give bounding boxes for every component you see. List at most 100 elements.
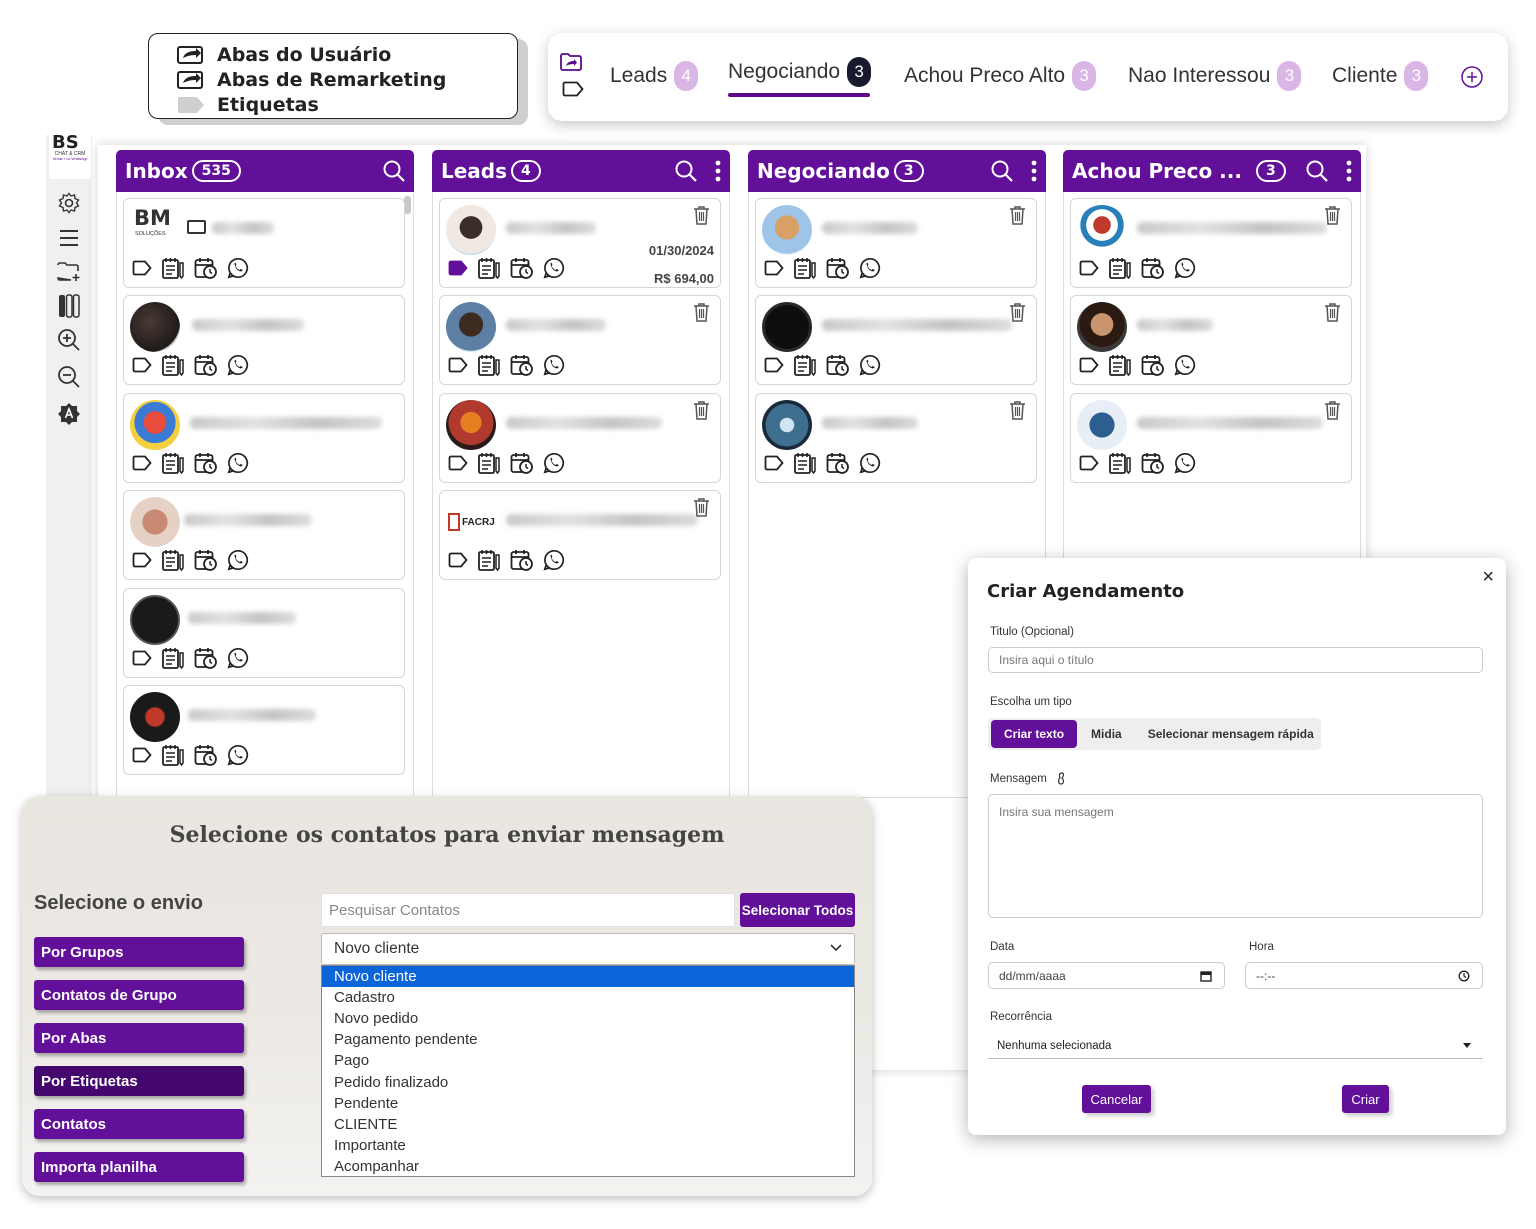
columns-icon[interactable] xyxy=(52,291,86,321)
scrollbar-thumb[interactable] xyxy=(404,196,411,214)
tab-leads[interactable]: Leads 4 xyxy=(610,61,699,91)
whatsapp-icon[interactable] xyxy=(543,452,565,474)
media-option[interactable]: Midia xyxy=(1091,727,1122,741)
select-option[interactable]: Novo cliente xyxy=(322,966,854,988)
notes-icon[interactable] xyxy=(161,354,185,376)
schedule-icon[interactable] xyxy=(510,549,534,571)
schedule-icon[interactable] xyxy=(1141,452,1165,474)
contact-card[interactable] xyxy=(755,295,1037,385)
notes-icon[interactable] xyxy=(161,647,185,669)
whatsapp-icon[interactable] xyxy=(227,452,249,474)
folder-share-icon[interactable] xyxy=(560,53,582,71)
contact-card[interactable] xyxy=(439,393,721,483)
schedule-icon[interactable] xyxy=(826,354,850,376)
trash-icon[interactable] xyxy=(1324,400,1341,420)
recurrence-select[interactable]: Nenhuma selecionada xyxy=(988,1033,1483,1059)
create-text-option[interactable]: Criar texto xyxy=(991,720,1078,748)
select-option[interactable]: Pedido finalizado xyxy=(322,1071,854,1092)
contact-card[interactable] xyxy=(1070,198,1352,288)
tag-icon[interactable] xyxy=(132,552,152,568)
kebab-menu-icon[interactable] xyxy=(715,160,721,182)
schedule-icon[interactable] xyxy=(826,452,850,474)
trash-icon[interactable] xyxy=(1009,302,1026,322)
notes-icon[interactable] xyxy=(161,257,185,279)
tag-icon[interactable] xyxy=(764,455,784,471)
by-groups-button[interactable]: Por Grupos xyxy=(34,937,244,967)
notes-icon[interactable] xyxy=(477,354,501,376)
schedule-icon[interactable] xyxy=(194,744,218,766)
contact-card[interactable] xyxy=(1070,393,1352,483)
schedule-icon[interactable] xyxy=(826,257,850,279)
close-icon[interactable]: × xyxy=(1482,566,1494,589)
contact-card[interactable] xyxy=(755,198,1037,288)
tag-icon[interactable] xyxy=(1079,260,1099,276)
whatsapp-icon[interactable] xyxy=(227,647,249,669)
trash-icon[interactable] xyxy=(693,205,710,225)
tag-icon[interactable] xyxy=(132,455,152,471)
whatsapp-icon[interactable] xyxy=(227,354,249,376)
kebab-menu-icon[interactable] xyxy=(1346,160,1352,182)
tag-outline-icon[interactable] xyxy=(562,81,584,97)
gear-icon[interactable] xyxy=(52,188,86,218)
select-option[interactable]: Acompanhar xyxy=(322,1156,854,1177)
tag-icon[interactable] xyxy=(132,357,152,373)
tag-icon[interactable] xyxy=(448,455,468,471)
select-option[interactable]: Importante xyxy=(322,1135,854,1156)
by-labels-button[interactable]: Por Etiquetas xyxy=(34,1066,244,1096)
trash-icon[interactable] xyxy=(693,302,710,322)
schedule-icon[interactable] xyxy=(194,354,218,376)
add-folder-icon[interactable] xyxy=(52,257,86,287)
by-tabs-button[interactable]: Por Abas xyxy=(34,1023,244,1053)
contact-card[interactable] xyxy=(755,393,1037,483)
schedule-icon[interactable] xyxy=(194,257,218,279)
tab-achou-preco-alto[interactable]: Achou Preco Alto 3 xyxy=(904,61,1097,91)
checkbox[interactable] xyxy=(187,220,206,234)
whatsapp-icon[interactable] xyxy=(859,257,881,279)
tab-nao-interessou[interactable]: Nao Interessou 3 xyxy=(1128,61,1302,91)
tag-icon[interactable] xyxy=(1079,455,1099,471)
search-contacts-input[interactable]: Pesquisar Contatos xyxy=(321,893,735,927)
trash-icon[interactable] xyxy=(1009,205,1026,225)
zoom-in-icon[interactable] xyxy=(52,325,86,355)
notes-icon[interactable] xyxy=(793,354,817,376)
message-textarea[interactable]: Insira sua mensagem xyxy=(988,794,1483,918)
contacts-button[interactable]: Contatos xyxy=(34,1109,244,1139)
cancel-button[interactable]: Cancelar xyxy=(1082,1085,1151,1113)
time-input[interactable]: --:-- xyxy=(1245,962,1483,989)
notes-icon[interactable] xyxy=(1108,257,1132,279)
trash-icon[interactable] xyxy=(1324,205,1341,225)
select-option[interactable]: Pagamento pendente xyxy=(322,1029,854,1050)
label-select[interactable]: Novo cliente xyxy=(321,933,855,965)
whatsapp-icon[interactable] xyxy=(227,744,249,766)
schedule-icon[interactable] xyxy=(510,257,534,279)
tag-icon[interactable] xyxy=(764,260,784,276)
trash-icon[interactable] xyxy=(693,400,710,420)
select-all-button[interactable]: Selecionar Todos xyxy=(740,893,855,927)
whatsapp-icon[interactable] xyxy=(543,354,565,376)
notes-icon[interactable] xyxy=(161,452,185,474)
tab-negociando[interactable]: Negociando 3 xyxy=(728,57,872,87)
contact-card[interactable]: FACRJ xyxy=(439,490,721,580)
whatsapp-icon[interactable] xyxy=(543,549,565,571)
notes-icon[interactable] xyxy=(477,452,501,474)
notes-icon[interactable] xyxy=(161,549,185,571)
tag-icon[interactable] xyxy=(1079,357,1099,373)
contact-card[interactable] xyxy=(123,685,405,775)
trash-icon[interactable] xyxy=(693,497,710,517)
search-icon[interactable] xyxy=(1305,159,1329,183)
menu-icon[interactable] xyxy=(52,223,86,253)
whatsapp-icon[interactable] xyxy=(227,257,249,279)
contact-card[interactable] xyxy=(439,295,721,385)
trash-icon[interactable] xyxy=(1324,302,1341,322)
tag-icon[interactable] xyxy=(132,650,152,666)
date-input[interactable]: dd/mm/aaaa xyxy=(988,962,1225,989)
tag-icon[interactable] xyxy=(132,747,152,763)
notes-icon[interactable] xyxy=(1108,452,1132,474)
automation-icon[interactable] xyxy=(52,399,86,429)
select-option[interactable]: CLIENTE xyxy=(322,1114,854,1135)
tag-icon[interactable] xyxy=(448,260,468,276)
zoom-out-icon[interactable] xyxy=(52,362,86,392)
whatsapp-icon[interactable] xyxy=(1174,452,1196,474)
whatsapp-icon[interactable] xyxy=(859,452,881,474)
tab-cliente[interactable]: Cliente 3 xyxy=(1332,61,1429,91)
